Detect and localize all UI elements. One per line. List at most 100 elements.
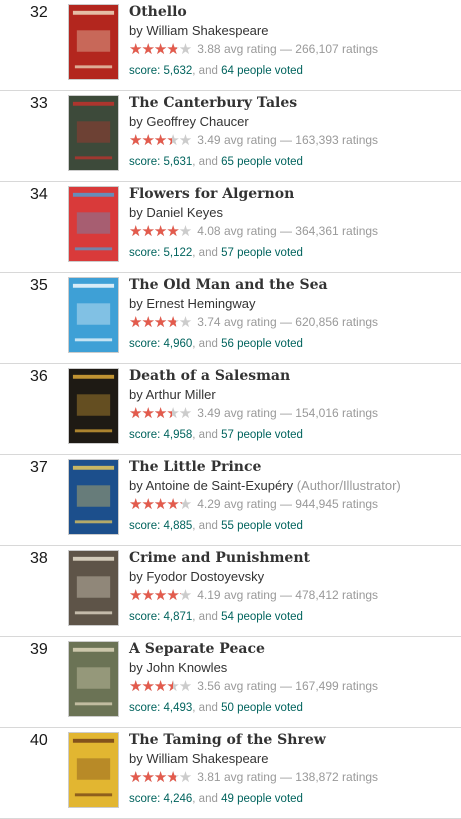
book-title-link[interactable]: A Separate Peace: [129, 640, 461, 658]
votes-link[interactable]: 49 people voted: [221, 793, 303, 805]
book-title-link[interactable]: The Canterbury Tales: [129, 94, 461, 112]
star-rating-icon: ★★★★★★★★★★: [129, 40, 192, 58]
rating-row: ★★★★★★★★★★ 3.81 avg rating — 138,872 rat…: [129, 768, 461, 786]
and-separator: , and: [192, 429, 218, 441]
and-separator: , and: [192, 793, 218, 805]
book-row: 34 Flowers for Algernon by Daniel Keyes …: [0, 182, 461, 273]
and-separator: , and: [192, 611, 218, 623]
byline: by Daniel Keyes: [129, 204, 461, 222]
and-separator: , and: [192, 65, 218, 77]
and-separator: , and: [192, 520, 218, 532]
score-line: score: 5,122, and 57 people voted: [129, 244, 461, 262]
score-link[interactable]: score: 5,631: [129, 156, 192, 168]
votes-link[interactable]: 55 people voted: [221, 520, 303, 532]
votes-link[interactable]: 57 people voted: [221, 429, 303, 441]
author-link[interactable]: Geoffrey Chaucer: [146, 114, 248, 129]
score-link[interactable]: score: 4,958: [129, 429, 192, 441]
author-link[interactable]: William Shakespeare: [146, 23, 268, 38]
and-separator: , and: [192, 247, 218, 259]
rating-row: ★★★★★★★★★★ 3.49 avg rating — 154,016 rat…: [129, 404, 461, 422]
book-cover-image[interactable]: [68, 95, 119, 171]
by-label: by: [129, 296, 143, 311]
author-link[interactable]: Ernest Hemingway: [146, 296, 255, 311]
book-row: 32 Othello by William Shakespeare ★★★★★ ★…: [0, 0, 461, 91]
score-line: score: 4,246, and 49 people voted: [129, 790, 461, 808]
book-cover-image[interactable]: [68, 459, 119, 535]
rating-row: ★★★★★★★★★★ 3.74 avg rating — 620,856 rat…: [129, 313, 461, 331]
book-title-link[interactable]: Flowers for Algernon: [129, 185, 461, 203]
book-cover-image[interactable]: [68, 368, 119, 444]
book-cover-image[interactable]: [68, 277, 119, 353]
book-cover-image[interactable]: [68, 4, 119, 80]
rank-number: 40: [30, 732, 48, 749]
author-link[interactable]: John Knowles: [146, 660, 227, 675]
rating-text: 3.81 avg rating — 138,872 ratings: [197, 770, 379, 784]
book-cover-image[interactable]: [68, 550, 119, 626]
author-link[interactable]: Daniel Keyes: [146, 205, 223, 220]
book-title-link[interactable]: Crime and Punishment: [129, 549, 461, 567]
rating-text: 3.49 avg rating — 163,393 ratings: [197, 133, 379, 147]
and-separator: , and: [192, 702, 218, 714]
author-link[interactable]: William Shakespeare: [146, 751, 268, 766]
star-rating-icon: ★★★★★★★★★★: [129, 222, 192, 240]
score-line: score: 4,960, and 56 people voted: [129, 335, 461, 353]
rating-row: ★★★★★★★★★★ 3.49 avg rating — 163,393 rat…: [129, 131, 461, 149]
author-link[interactable]: Antoine de Saint-Exupéry: [146, 478, 293, 493]
byline: by Antoine de Saint-Exupéry (Author/Illu…: [129, 477, 461, 495]
star-rating-icon: ★★★★★★★★★★: [129, 404, 192, 422]
book-cover-image[interactable]: [68, 732, 119, 808]
score-link[interactable]: score: 4,885: [129, 520, 192, 532]
rating-text: 4.19 avg rating — 478,412 ratings: [197, 588, 379, 602]
author-link[interactable]: Arthur Miller: [146, 387, 216, 402]
book-title-link[interactable]: The Taming of the Shrew: [129, 731, 461, 749]
votes-link[interactable]: 65 people voted: [221, 156, 303, 168]
score-link[interactable]: score: 5,122: [129, 247, 192, 259]
by-label: by: [129, 660, 143, 675]
score-link[interactable]: score: 4,493: [129, 702, 192, 714]
by-label: by: [129, 751, 143, 766]
score-link[interactable]: score: 4,246: [129, 793, 192, 805]
rating-row: ★★★★★★★★★★ 3.56 avg rating — 167,499 rat…: [129, 677, 461, 695]
votes-link[interactable]: 57 people voted: [221, 247, 303, 259]
rank-number: 36: [30, 368, 48, 385]
score-line: score: 5,632, and 64 people voted: [129, 62, 461, 80]
rank-number: 37: [30, 459, 48, 476]
votes-link[interactable]: 56 people voted: [221, 338, 303, 350]
book-title-link[interactable]: Death of a Salesman: [129, 367, 461, 385]
star-rating-icon: ★★★★★★★★★★: [129, 768, 192, 786]
score-link[interactable]: score: 5,632: [129, 65, 192, 77]
votes-link[interactable]: 64 people voted: [221, 65, 303, 77]
rating-text: 3.56 avg rating — 167,499 ratings: [197, 679, 379, 693]
votes-link[interactable]: 54 people voted: [221, 611, 303, 623]
rank-number: 38: [30, 550, 48, 567]
by-label: by: [129, 205, 143, 220]
book-title-link[interactable]: Othello: [129, 3, 461, 21]
star-rating-icon: ★★★★★★★★★★: [129, 586, 192, 604]
score-link[interactable]: score: 4,871: [129, 611, 192, 623]
book-title-link[interactable]: The Old Man and the Sea: [129, 276, 461, 294]
book-row: 39 A Separate Peace by John Knowles ★★★★…: [0, 637, 461, 728]
by-label: by: [129, 569, 143, 584]
star-rating-icon: ★★★★★★★★★★: [129, 131, 192, 149]
rating-text: 3.49 avg rating — 154,016 ratings: [197, 406, 379, 420]
author-role: (Author/Illustrator): [296, 478, 401, 493]
byline: by William Shakespeare: [129, 22, 461, 40]
rating-text: 4.29 avg rating — 944,945 ratings: [197, 497, 379, 511]
score-line: score: 4,958, and 57 people voted: [129, 426, 461, 444]
rating-text: 3.88 avg rating — 266,107 ratings: [197, 42, 379, 56]
votes-link[interactable]: 50 people voted: [221, 702, 303, 714]
rank-number: 33: [30, 95, 48, 112]
and-separator: , and: [192, 338, 218, 350]
byline: by John Knowles: [129, 659, 461, 677]
rating-row: ★★★★★★★★★★ 3.88 avg rating — 266,107 rat…: [129, 40, 461, 58]
book-cover-image[interactable]: [68, 641, 119, 717]
rating-row: ★★★★★★★★★★ 4.19 avg rating — 478,412 rat…: [129, 586, 461, 604]
score-link[interactable]: score: 4,960: [129, 338, 192, 350]
byline: by Ernest Hemingway: [129, 295, 461, 313]
book-cover-image[interactable]: [68, 186, 119, 262]
byline: by Fyodor Dostoyevsky: [129, 568, 461, 586]
rating-row: ★★★★★★★★★★ 4.29 avg rating — 944,945 rat…: [129, 495, 461, 513]
author-link[interactable]: Fyodor Dostoyevsky: [146, 569, 264, 584]
book-row: 40 The Taming of the Shrew by William Sh…: [0, 728, 461, 819]
book-title-link[interactable]: The Little Prince: [129, 458, 461, 476]
